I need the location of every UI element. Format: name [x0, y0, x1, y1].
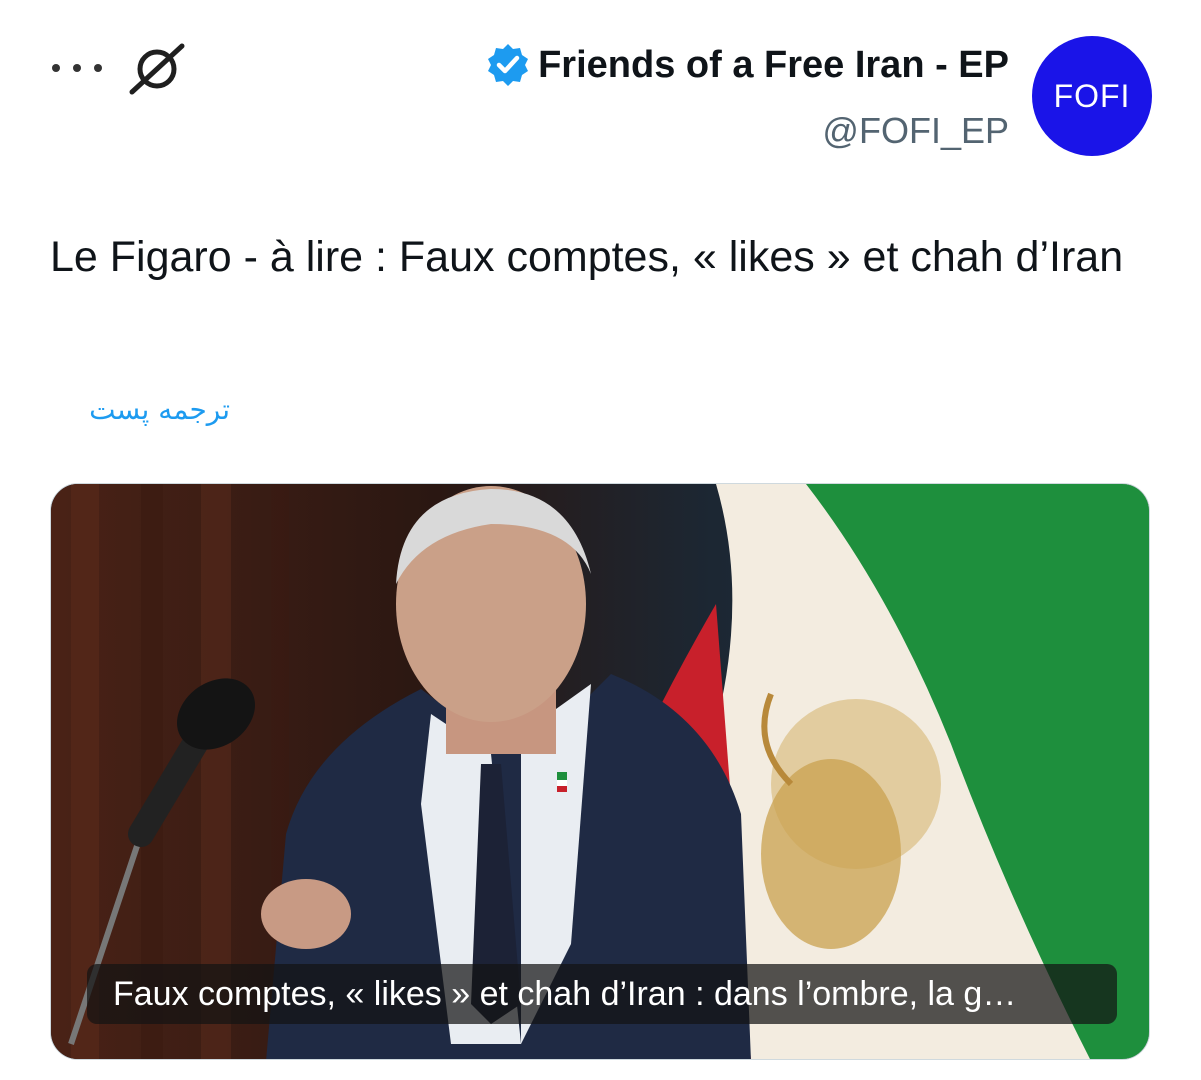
media-card[interactable]: Faux comptes, « likes » et chah d’Iran :…	[50, 483, 1150, 1060]
translate-post-link[interactable]: ترجمه پست	[50, 393, 230, 426]
more-options-icon[interactable]	[52, 56, 102, 80]
author-handle[interactable]: @FOFI_EP	[822, 110, 1009, 152]
avatar[interactable]: FOFI	[1032, 36, 1152, 156]
avatar-text: FOFI	[1053, 77, 1131, 114]
tweet-text: Le Figaro - à lire : Faux comptes, « lik…	[50, 233, 1124, 281]
grok-icon[interactable]	[126, 40, 188, 96]
author-name-row[interactable]: Friends of a Free Iran - EP	[484, 40, 1009, 90]
author-display-name[interactable]: Friends of a Free Iran - EP	[538, 44, 1009, 87]
verified-badge-icon	[488, 44, 529, 86]
tweet-header: Friends of a Free Iran - EP @FOFI_EP FOF…	[0, 0, 1201, 180]
media-caption: Faux comptes, « likes » et chah d’Iran :…	[87, 964, 1117, 1024]
